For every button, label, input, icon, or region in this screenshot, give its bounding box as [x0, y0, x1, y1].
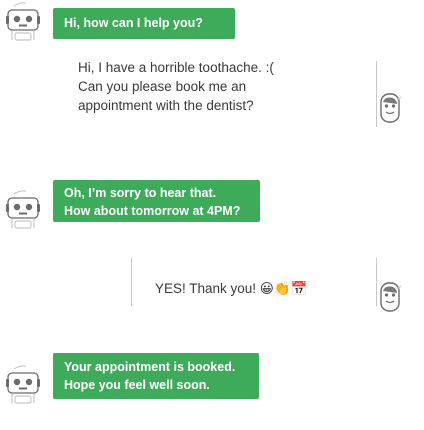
user-avatar-icon [371, 90, 409, 128]
chat-row-user-1: Hi, I have a horrible toothache. :( Can … [0, 58, 424, 138]
divider [131, 258, 132, 306]
chat-row-bot-1: Hi, how can I help you? [0, 0, 424, 44]
bot-message-bubble: Hi, how can I help you? [53, 8, 235, 39]
bot-message-bubble: Oh, I’m sorry to hear that. How about to… [53, 180, 260, 222]
robot-icon [4, 188, 48, 232]
message-line: YES! Thank you! 😀👏📅 [155, 281, 308, 296]
message-line: How about tomorrow at 4PM? [64, 204, 241, 218]
chat-row-bot-2: Oh, I’m sorry to hear that. How about to… [0, 175, 424, 251]
bot-message-bubble: Your appointment is booked. Hope you fee… [53, 353, 259, 399]
user-message-bubble: Hi, I have a horrible toothache. :( Can … [78, 58, 274, 115]
message-line: Hi, how can I help you? [64, 16, 203, 30]
chat-row-user-2: YES! Thank you! 😀👏📅 [0, 258, 424, 318]
robot-icon [4, 363, 48, 407]
robot-icon [4, 0, 48, 44]
user-message-bubble: YES! Thank you! 😀👏📅 [155, 279, 308, 298]
message-line: Hope you feel well soon. [64, 378, 210, 392]
user-avatar-icon [371, 279, 409, 317]
chat-row-bot-3: Your appointment is booked. Hope you fee… [0, 348, 424, 428]
message-line: Can you please book me an [78, 79, 247, 94]
message-line: appointment with the dentist? [78, 98, 254, 113]
message-line: Oh, I’m sorry to hear that. [64, 186, 217, 200]
message-line: Your appointment is booked. [64, 360, 236, 374]
message-line: Hi, I have a horrible toothache. :( [78, 60, 274, 75]
